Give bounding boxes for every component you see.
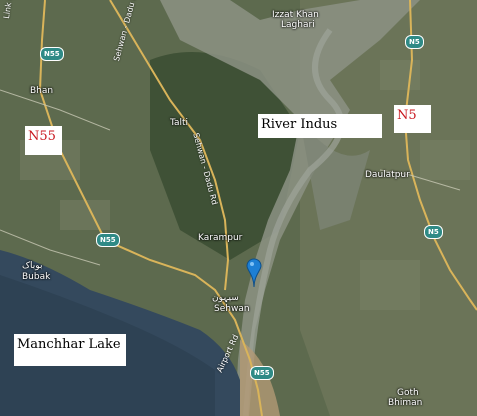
highway-shield-n55: N55: [250, 366, 274, 380]
place-label-line: Izzat Khan: [272, 10, 319, 20]
place-label-line: Laghari: [281, 20, 315, 30]
highway-shield-n55: N55: [96, 233, 120, 247]
annotation-n55: N55: [25, 126, 62, 155]
place-daulatpur: Daulatpur: [365, 170, 410, 180]
annotation-n5: N5: [394, 105, 431, 133]
place-bubak: Bubak: [22, 272, 51, 282]
place-sehwan-urdu: سیہون: [212, 293, 239, 303]
highway-shield-n5: N5: [424, 225, 443, 239]
place-goth-bhiman: Goth Bhiman: [388, 388, 422, 408]
location-pin-icon[interactable]: [246, 258, 262, 288]
place-sehwan: Sehwan: [214, 304, 250, 314]
satellite-map[interactable]: Izzat Khan Laghari Bhan Talti Daulatpur …: [0, 0, 477, 416]
place-izzat-khan-laghari: Izzat Khan Laghari: [272, 10, 319, 30]
highway-shield-n55: N55: [40, 47, 64, 61]
place-label-line: Goth: [397, 388, 419, 398]
highway-shield-n5: N5: [405, 35, 424, 49]
place-bhan: Bhan: [30, 86, 54, 96]
annotation-river-indus: River Indus: [258, 114, 382, 138]
annotation-manchhar-lake: Manchhar Lake: [14, 334, 126, 366]
place-talti: Talti: [170, 118, 189, 128]
place-label-line: Bhiman: [388, 398, 423, 408]
place-bubak-urdu: بوباک: [22, 261, 43, 271]
place-karampur: Karampur: [198, 233, 243, 243]
